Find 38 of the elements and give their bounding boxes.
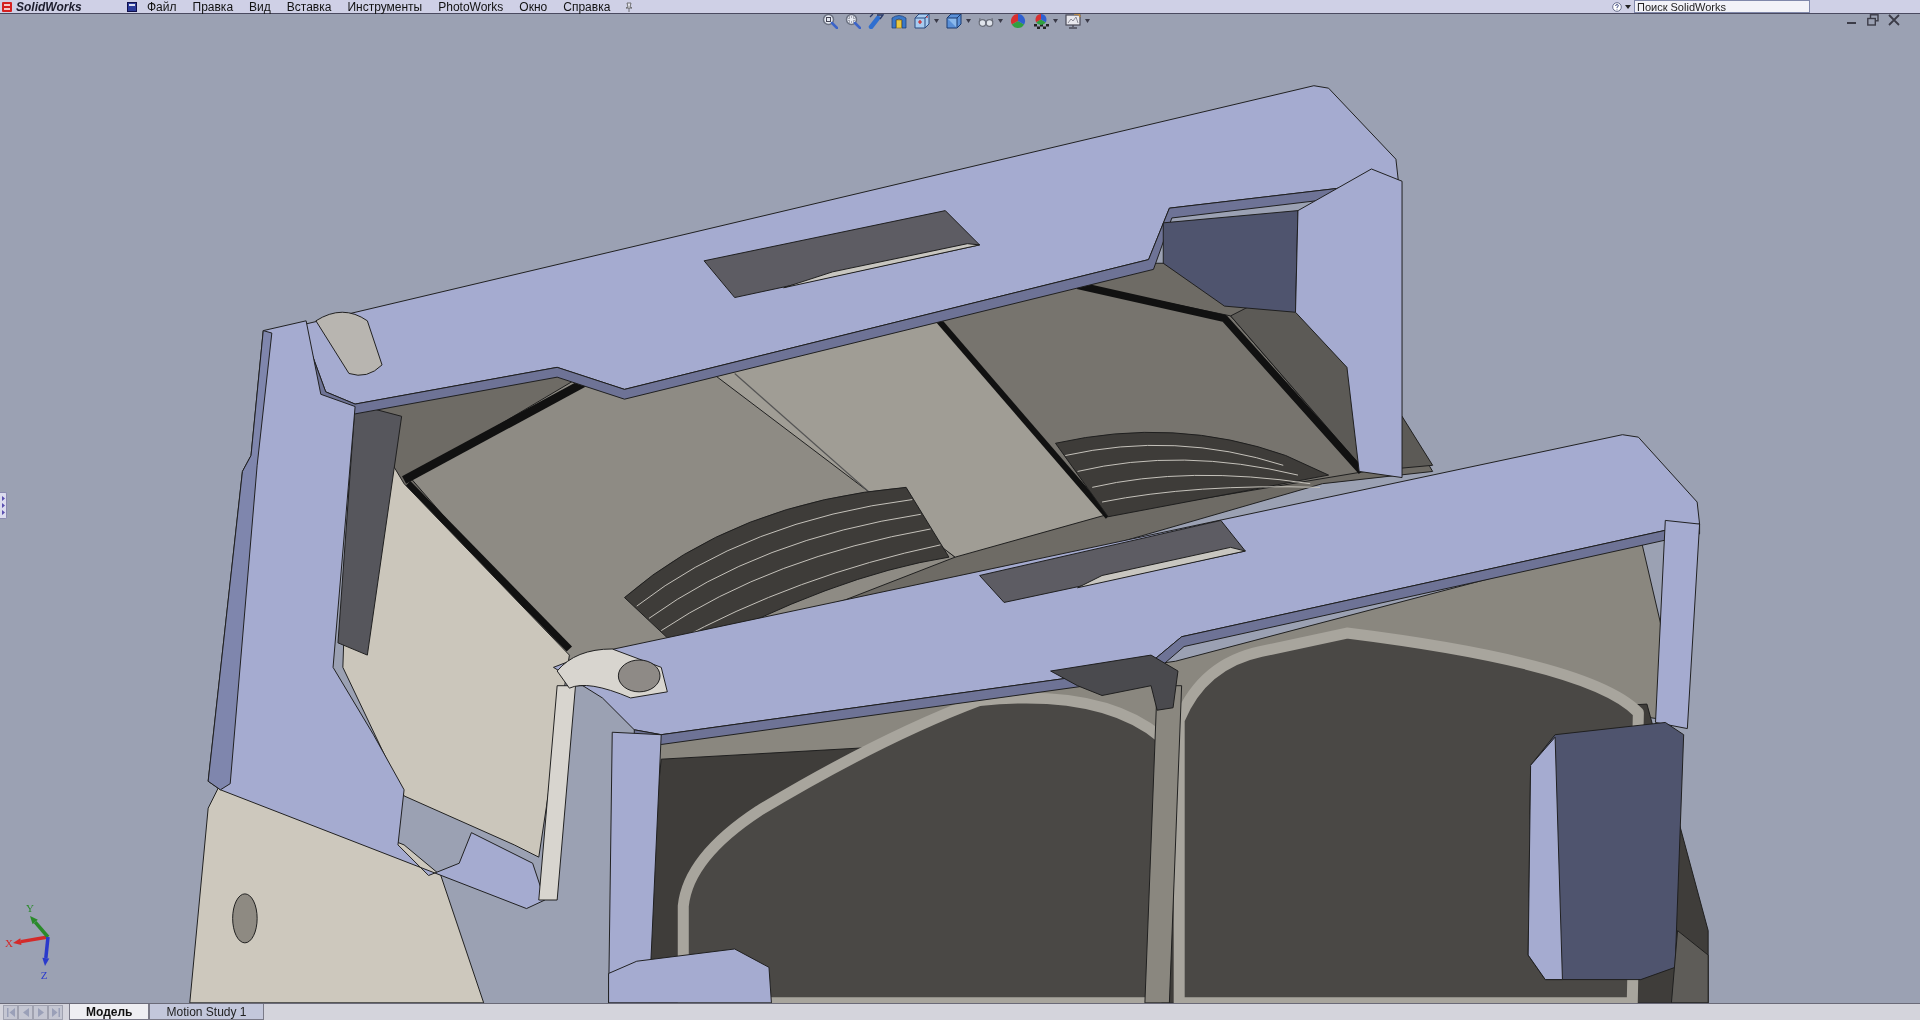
- menu-item[interactable]: Справка: [555, 0, 619, 14]
- cube-icon[interactable]: [914, 13, 930, 29]
- logo-mark-icon: [2, 1, 12, 12]
- close-icon[interactable]: [1888, 14, 1900, 26]
- caret-icon[interactable]: [966, 19, 971, 23]
- caret-icon[interactable]: [934, 19, 939, 23]
- sphere-icon[interactable]: [1010, 13, 1026, 29]
- panel-handle[interactable]: [0, 492, 7, 519]
- shaded-cube-icon[interactable]: [946, 13, 962, 29]
- menu-item[interactable]: Окно: [511, 0, 556, 14]
- sphere-on-checkerboard-icon[interactable]: [1033, 13, 1049, 29]
- restore-icon[interactable]: [1867, 14, 1879, 26]
- axis-label: X: [5, 937, 13, 949]
- magnifier-icon[interactable]: [845, 13, 861, 29]
- magnifier-icon[interactable]: [822, 13, 838, 29]
- menu-item[interactable]: PhotoWorks: [430, 0, 512, 14]
- search-field[interactable]: Поиск SolidWorks: [1634, 0, 1810, 13]
- caret-icon[interactable]: [1625, 4, 1631, 9]
- menu-item[interactable]: Файл: [139, 0, 185, 14]
- caret-icon[interactable]: [998, 19, 1003, 23]
- arrow-tube-icon[interactable]: [868, 13, 884, 29]
- axis-label: Y: [26, 902, 34, 914]
- menu-item[interactable]: Вставка: [278, 0, 340, 14]
- app-logo: SolidWorks: [16, 0, 83, 14]
- triangles-icon[interactable]: [1, 495, 5, 516]
- pin-icon[interactable]: [624, 1, 635, 12]
- caret-icon[interactable]: [1053, 19, 1058, 23]
- caret-icon[interactable]: [1085, 19, 1090, 23]
- axis-label: Z: [40, 969, 48, 981]
- monitor-icon[interactable]: [1065, 13, 1081, 29]
- sectioned-cylinder-icon[interactable]: [891, 13, 907, 29]
- menu-item[interactable]: Инструменты: [339, 0, 431, 14]
- document-icon[interactable]: [127, 1, 137, 12]
- menu-item[interactable]: Правка: [184, 0, 242, 14]
- model-tab[interactable]: Motion Study 1: [149, 1004, 264, 1020]
- menu-item[interactable]: Вид: [241, 0, 279, 14]
- help-icon[interactable]: [1612, 1, 1622, 12]
- model-tab[interactable]: Модель: [69, 1004, 150, 1020]
